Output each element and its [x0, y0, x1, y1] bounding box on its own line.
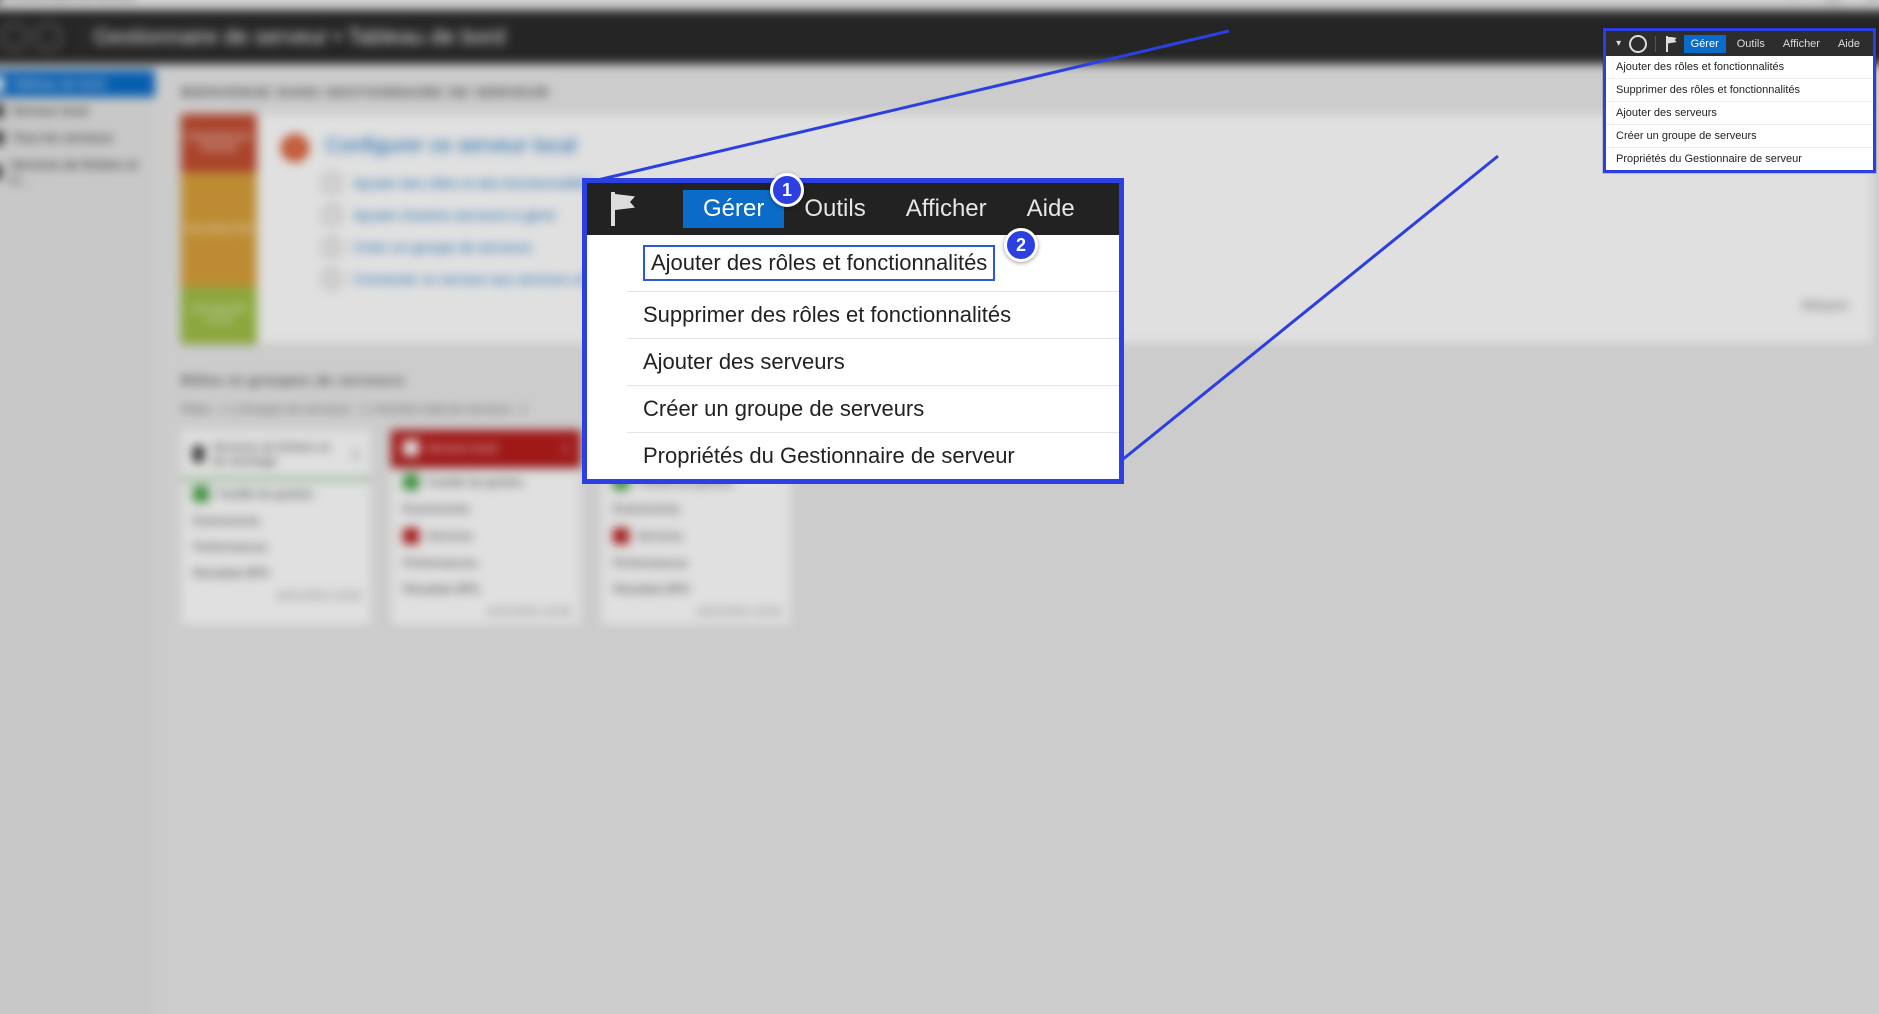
menu-aide[interactable]: Aide — [1007, 190, 1095, 228]
menu-gerer[interactable]: Gérer — [683, 190, 784, 228]
menuitem-remove-roles-small[interactable]: Supprimer des rôles et fonctionnalités — [1606, 79, 1873, 102]
menu-gerer-small[interactable]: Gérer — [1684, 35, 1726, 53]
menu-afficher[interactable]: Afficher — [886, 190, 1007, 228]
menuitem-add-roles[interactable]: Ajouter des rôles et fonctionnalités — [627, 235, 1119, 292]
menuitem-add-servers[interactable]: Ajouter des serveurs — [627, 339, 1119, 386]
zoom-callout: Gérer Outils Afficher Aide Ajouter des r… — [582, 178, 1124, 484]
annotation-bubble-2: 2 — [1004, 228, 1038, 262]
menuitem-add-roles-small[interactable]: Ajouter des rôles et fonctionnalités — [1606, 56, 1873, 79]
menu-afficher-small[interactable]: Afficher — [1776, 35, 1827, 53]
notifications-flag-icon[interactable] — [1664, 36, 1680, 52]
dropdown-caret-icon[interactable]: ▾ — [1613, 38, 1625, 49]
menuitem-properties-small[interactable]: Propriétés du Gestionnaire de serveur — [1606, 148, 1873, 170]
menu-aide-small[interactable]: Aide — [1831, 35, 1867, 53]
menuitem-create-group-small[interactable]: Créer un groupe de serveurs — [1606, 125, 1873, 148]
refresh-icon[interactable] — [1629, 35, 1647, 53]
menuitem-add-servers-small[interactable]: Ajouter des serveurs — [1606, 102, 1873, 125]
annotation-bubble-1: 1 — [770, 173, 804, 207]
menuitem-properties[interactable]: Propriétés du Gestionnaire de serveur — [627, 433, 1119, 479]
menu-outils-small[interactable]: Outils — [1730, 35, 1772, 53]
manage-menu-popup-small: ▾ Gérer Outils Afficher Aide Ajouter des… — [1603, 28, 1876, 173]
notifications-flag-icon-zoom[interactable] — [605, 190, 643, 228]
menuitem-remove-roles[interactable]: Supprimer des rôles et fonctionnalités — [627, 292, 1119, 339]
menuitem-create-group[interactable]: Créer un groupe de serveurs — [627, 386, 1119, 433]
